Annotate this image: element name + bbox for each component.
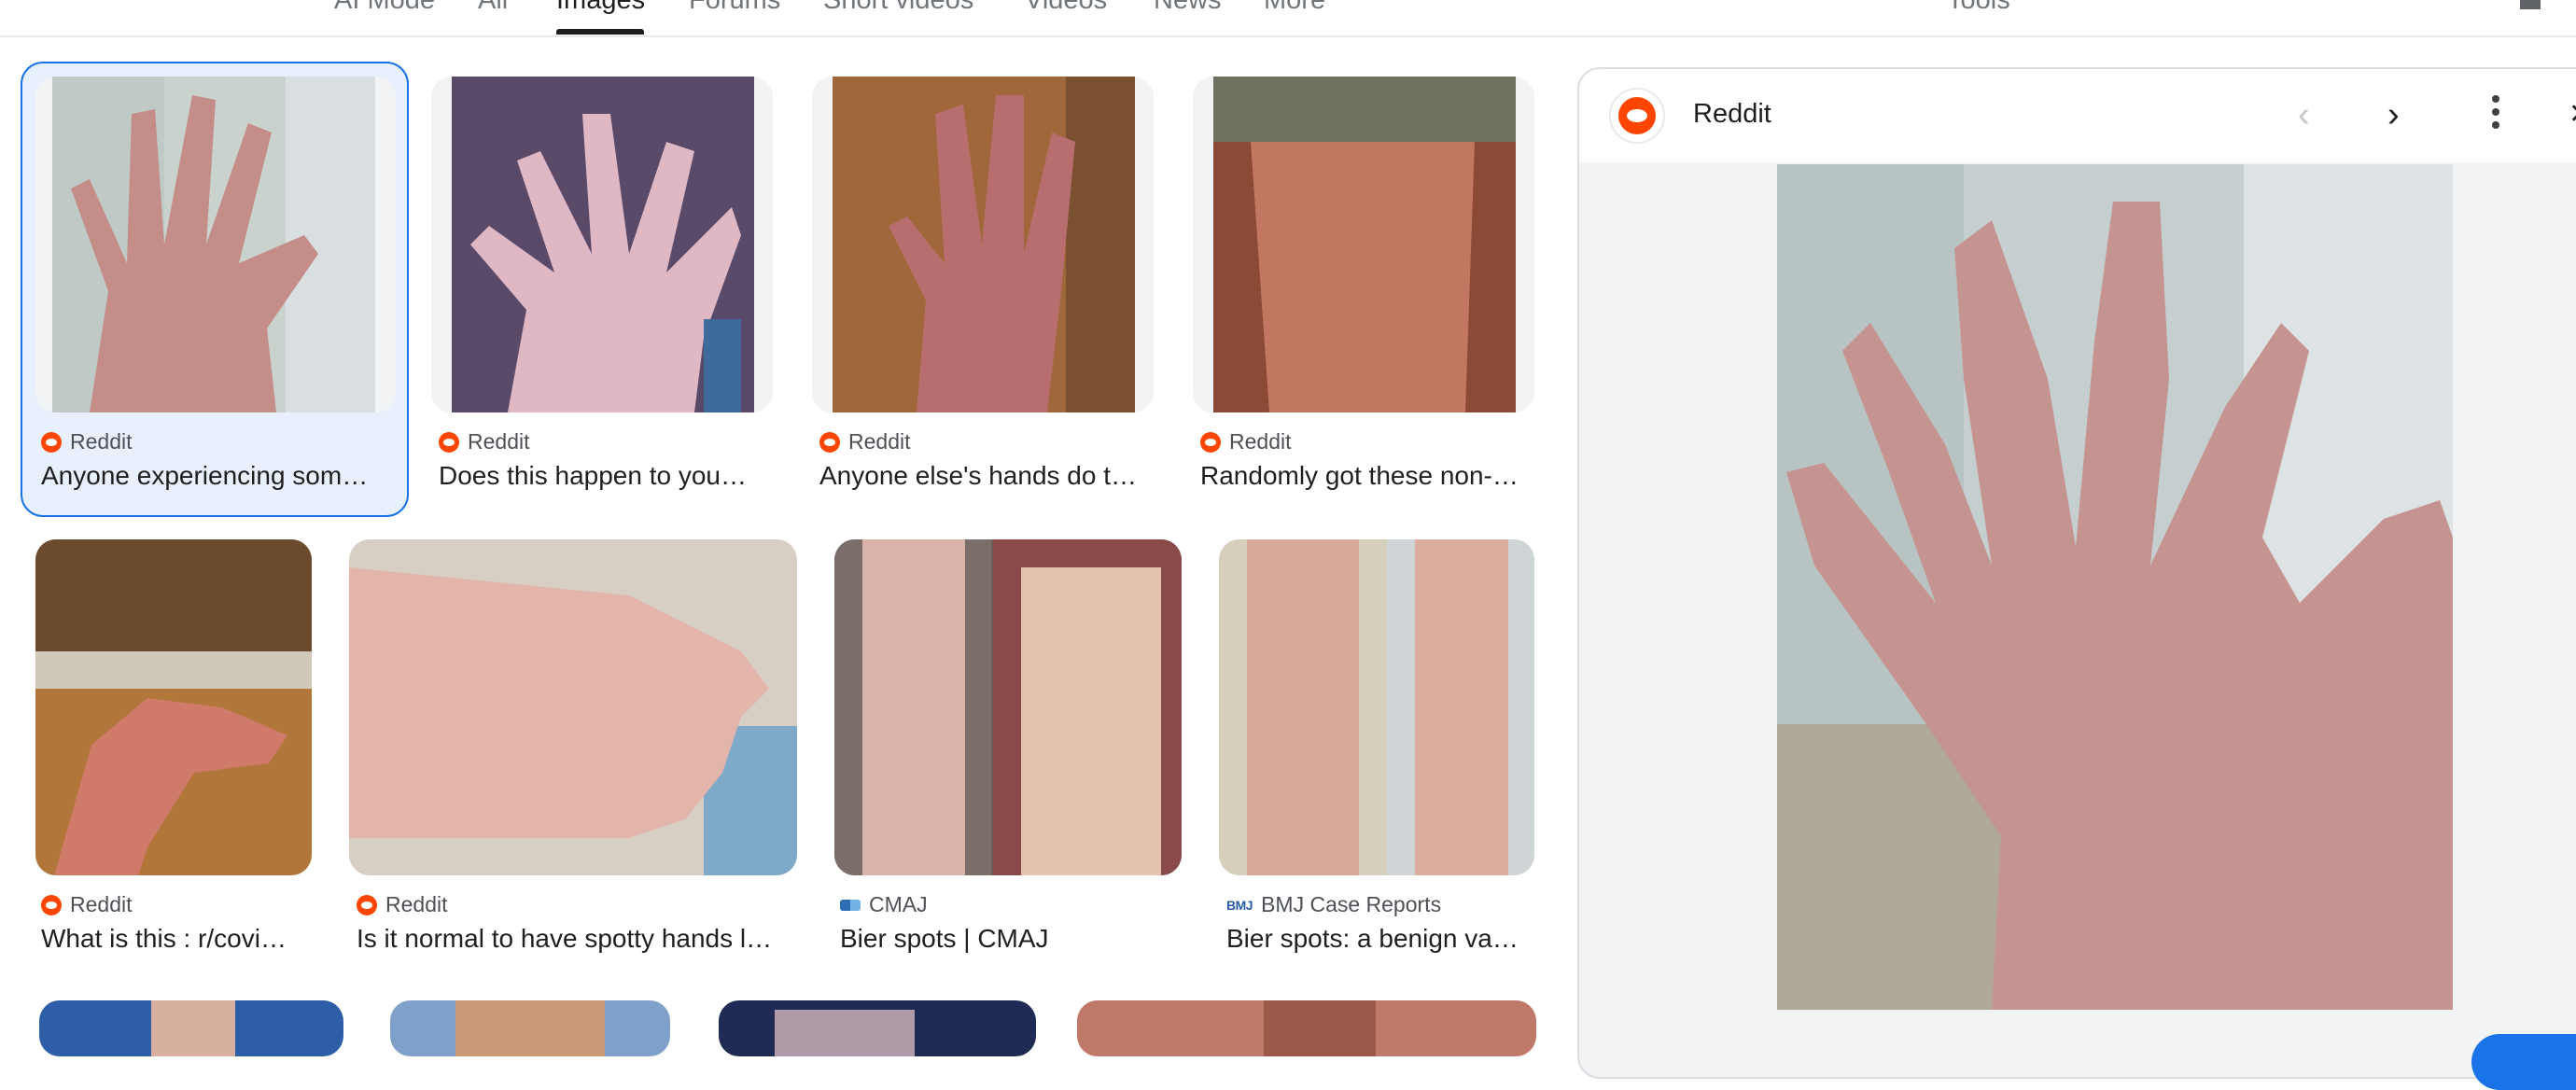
- result-image: [833, 77, 1135, 412]
- result-title[interactable]: Does this happen to you…: [439, 461, 775, 491]
- image-preview-panel: Reddit ‹ › ✕: [1577, 67, 2576, 1079]
- bookmark-icon[interactable]: [2520, 0, 2541, 9]
- tools-button[interactable]: Tools: [1947, 0, 2010, 16]
- image-result-thumbnail[interactable]: [812, 77, 1154, 412]
- result-title[interactable]: Is it normal to have spotty hands l…: [357, 924, 795, 954]
- bmj-icon: BMJ: [1226, 897, 1253, 913]
- tab-images[interactable]: Images: [556, 0, 645, 16]
- active-tab-indicator: [556, 29, 644, 35]
- more-vert-icon[interactable]: [2492, 95, 2499, 134]
- tab-all[interactable]: All: [478, 0, 508, 16]
- result-title[interactable]: What is this : r/covi…: [41, 924, 321, 954]
- tab-news[interactable]: News: [1154, 0, 1222, 16]
- close-icon[interactable]: ✕: [2569, 97, 2576, 133]
- preview-image[interactable]: [1777, 164, 2453, 1010]
- reddit-icon[interactable]: [1609, 88, 1665, 144]
- image-result-thumbnail[interactable]: [390, 1000, 670, 1056]
- search-tabs-bar: AI Mode All Images Forums Short videos V…: [0, 0, 2576, 37]
- reddit-icon: [357, 894, 377, 915]
- result-source: Reddit: [439, 429, 529, 454]
- result-title[interactable]: Anyone experiencing som…: [41, 461, 386, 491]
- result-title[interactable]: Anyone else's hands do t…: [819, 461, 1155, 491]
- image-result-thumbnail[interactable]: [1219, 539, 1534, 875]
- tab-more[interactable]: More: [1264, 0, 1325, 16]
- preview-header: Reddit ‹ › ✕: [1579, 69, 2576, 162]
- tab-short-videos[interactable]: Short videos: [823, 0, 973, 16]
- reddit-icon: [41, 894, 62, 915]
- result-title[interactable]: Bier spots: a benign va…: [1226, 924, 1536, 954]
- reddit-icon: [1200, 431, 1221, 453]
- result-source: Reddit: [357, 892, 447, 917]
- result-image: [1213, 77, 1516, 412]
- reddit-icon: [439, 431, 459, 453]
- visit-button[interactable]: [2471, 1034, 2576, 1090]
- image-result-thumbnail[interactable]: [39, 1000, 343, 1056]
- cmaj-icon: [840, 899, 861, 911]
- result-image: [52, 77, 375, 412]
- tab-videos[interactable]: Videos: [1025, 0, 1107, 16]
- image-result-thumbnail[interactable]: [349, 539, 797, 875]
- reddit-icon: [41, 431, 62, 453]
- tab-ai-mode[interactable]: AI Mode: [334, 0, 435, 16]
- image-result-thumbnail[interactable]: [1193, 77, 1534, 412]
- result-source: Reddit: [1200, 429, 1291, 454]
- chevron-left-icon[interactable]: ‹: [2298, 97, 2310, 133]
- result-source: Reddit: [41, 429, 132, 454]
- result-title[interactable]: Bier spots | CMAJ: [840, 924, 1185, 954]
- image-result-thumbnail[interactable]: [431, 77, 773, 412]
- tab-forums[interactable]: Forums: [689, 0, 780, 16]
- result-image: [452, 77, 754, 412]
- image-result-thumbnail[interactable]: [834, 539, 1182, 875]
- chevron-right-icon[interactable]: ›: [2387, 97, 2400, 133]
- result-source: BMJ BMJ Case Reports: [1226, 892, 1442, 916]
- result-source: Reddit: [819, 429, 910, 454]
- image-result-thumbnail[interactable]: [35, 539, 312, 875]
- reddit-icon: [819, 431, 840, 453]
- result-title[interactable]: Randomly got these non-…: [1200, 461, 1536, 491]
- image-result-thumbnail[interactable]: [1077, 1000, 1536, 1056]
- image-result-thumbnail[interactable]: [719, 1000, 1036, 1056]
- result-source: Reddit: [41, 892, 132, 917]
- result-source: CMAJ: [840, 892, 928, 917]
- preview-source-name[interactable]: Reddit: [1693, 99, 1771, 130]
- image-result-thumbnail[interactable]: [35, 77, 396, 412]
